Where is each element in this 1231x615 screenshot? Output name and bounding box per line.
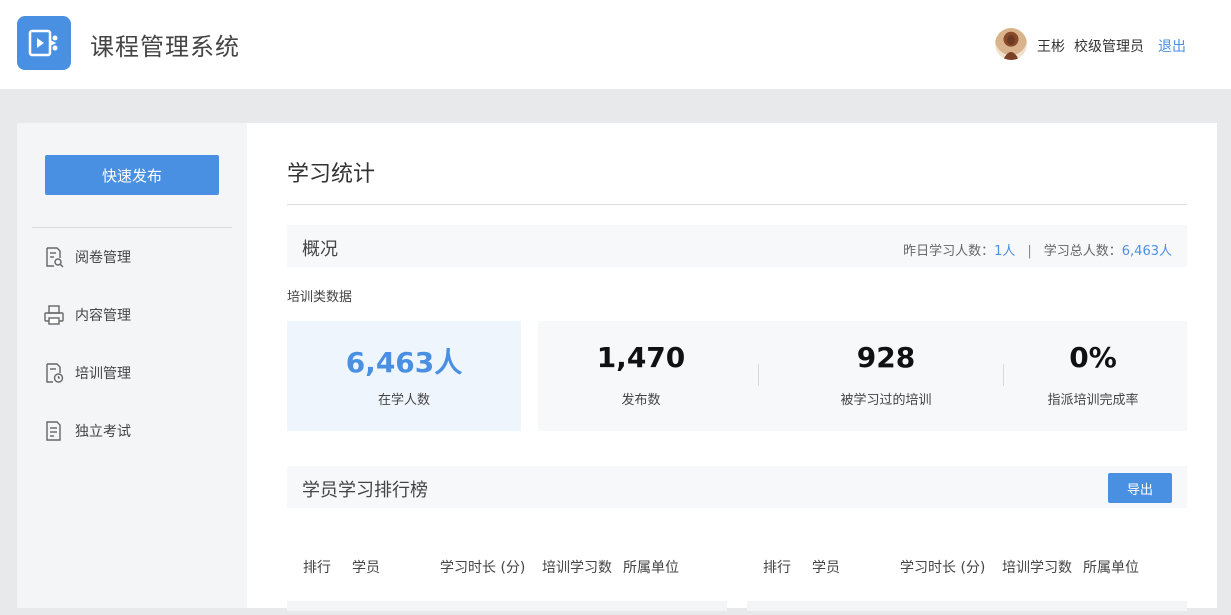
user-role: 校级管理员 [1074, 39, 1144, 55]
stat-card-learners: 6,463人 在学人数 [287, 321, 521, 431]
app-logo[interactable] [17, 16, 71, 70]
doc-edit-icon [46, 421, 61, 441]
stat-caption: 在学人数 [377, 393, 430, 408]
quick-publish-button[interactable]: 快速发布 [45, 155, 219, 195]
column-header-training-count[interactable]: 培训学习数 [1002, 557, 1072, 577]
column-header-rank[interactable]: 排行 [303, 557, 331, 577]
stat-caption: 指派培训完成率 [1047, 393, 1139, 408]
logout-link[interactable]: 退出 [1158, 36, 1186, 56]
stat-divider [1003, 364, 1004, 386]
column-header-duration[interactable]: 学习时长 (分) [440, 557, 525, 577]
ranking-bar: 学员学习排行榜 导出 [287, 466, 1187, 508]
overview-summary: 昨日学习人数：1人 | 学习总人数：6,463人 [903, 240, 1172, 259]
sidebar-divider [32, 227, 232, 228]
total-label: 学习总人数： [1043, 244, 1122, 259]
stat-completion: 0% 指派培训完成率 [1008, 321, 1178, 431]
table-row [747, 601, 1187, 611]
sidebar-item-grading[interactable]: 阅卷管理 [43, 243, 131, 271]
column-header-unit[interactable]: 所属单位 [623, 557, 679, 577]
printer-icon [44, 305, 64, 325]
video-play-icon [28, 29, 58, 57]
ranking-table-right: 排行 学员 学习时长 (分) 培训学习数 所属单位 [747, 555, 1187, 615]
column-header-student[interactable]: 学员 [812, 557, 840, 577]
total-value: 6,463人 [1121, 244, 1172, 259]
training-data-label: 培训类数据 [287, 290, 353, 305]
stat-card-group: 1,470 发布数 928 被学习过的培训 0% 指派培训完成率 [538, 321, 1187, 431]
sidebar-item-exam[interactable]: 独立考试 [43, 417, 131, 445]
stat-caption: 发布数 [621, 393, 661, 408]
export-button[interactable]: 导出 [1108, 473, 1172, 503]
ranking-title: 学员学习排行榜 [302, 480, 428, 501]
doc-search-icon [46, 247, 64, 268]
stat-trained: 928 被学习过的培训 [783, 321, 989, 431]
yesterday-value: 1人 [994, 244, 1016, 259]
sidebar-item-training[interactable]: 培训管理 [43, 359, 131, 387]
column-header-unit[interactable]: 所属单位 [1083, 557, 1139, 577]
main-content: 学习统计 概况 昨日学习人数：1人 | 学习总人数：6,463人 培训类数据 6,4… [247, 123, 1217, 611]
doc-clock-icon [46, 363, 64, 383]
stat-learners: 6,463人 在学人数 [287, 321, 521, 431]
person-silhouette-icon [1003, 35, 1019, 60]
user-avatar[interactable] [995, 28, 1027, 60]
ranking-table-left: 排行 学员 学习时长 (分) 培训学习数 所属单位 [287, 555, 727, 615]
yesterday-label: 昨日学习人数： [903, 244, 995, 259]
title-divider [287, 204, 1187, 205]
stat-value: 0% [1069, 341, 1117, 374]
page-title: 学习统计 [287, 162, 376, 187]
sidebar-item-label: 培训管理 [75, 366, 131, 382]
overview-bar: 概况 昨日学习人数：1人 | 学习总人数：6,463人 [287, 225, 1187, 267]
stat-value: 1,470 [596, 341, 686, 374]
column-header-duration[interactable]: 学习时长 (分) [900, 557, 985, 577]
overview-title: 概况 [302, 239, 338, 260]
top-header: 课程管理系统 王彬 校级管理员 退出 [0, 0, 1231, 89]
stat-divider [758, 364, 759, 386]
sidebar-item-label: 阅卷管理 [75, 250, 131, 266]
column-header-training-count[interactable]: 培训学习数 [542, 557, 612, 577]
sidebar-item-label: 独立考试 [75, 424, 131, 440]
column-header-rank[interactable]: 排行 [763, 557, 791, 577]
stat-caption: 被学习过的培训 [840, 393, 932, 408]
column-header-student[interactable]: 学员 [352, 557, 380, 577]
stat-value: 928 [856, 341, 916, 374]
summary-separator: | [1027, 244, 1032, 259]
stat-published: 1,470 发布数 [538, 321, 744, 431]
stat-value: 6,463人 [345, 346, 463, 379]
app-title: 课程管理系统 [90, 33, 240, 61]
sidebar-item-label: 内容管理 [75, 308, 131, 324]
sidebar: 快速发布 阅卷管理 内容管理 培训管理 独立考试 [17, 123, 247, 608]
table-row [287, 601, 727, 611]
sidebar-item-content[interactable]: 内容管理 [43, 301, 131, 329]
user-name: 王彬 [1037, 39, 1065, 55]
